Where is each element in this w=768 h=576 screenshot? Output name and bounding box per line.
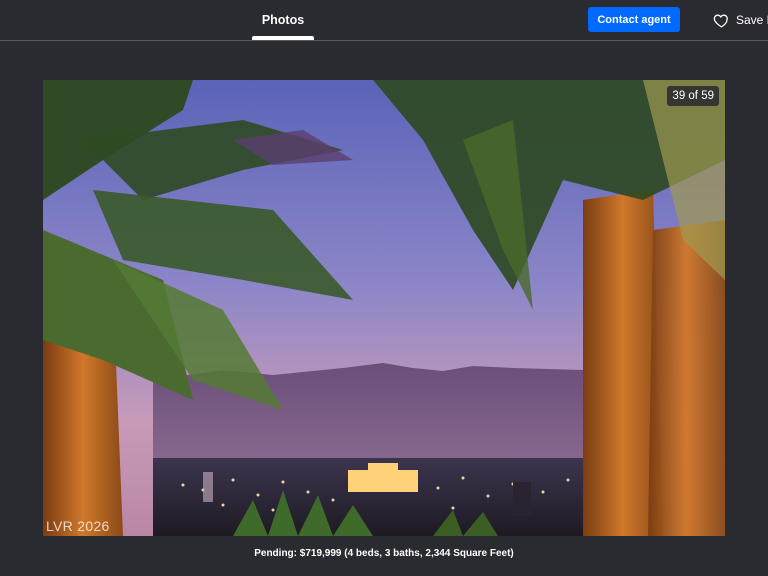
save-home-label: Save Home [736,13,768,27]
photo-watermark: LVR 2026 [46,518,110,534]
heart-icon [713,14,728,28]
top-nav: Photos Contact agent Save Home [0,0,768,41]
save-home-button[interactable]: Save Home [713,10,768,30]
photo-counter: 39 of 59 [667,86,719,106]
listing-caption: Pending: $719,999 (4 beds, 3 baths, 2,34… [254,548,514,559]
tab-active-indicator [252,36,314,40]
photo-image [43,80,725,536]
listing-photo[interactable]: 39 of 59 LVR 2026 [43,80,725,536]
tab-photos[interactable]: Photos [252,0,314,40]
contact-agent-button[interactable]: Contact agent [588,7,680,32]
